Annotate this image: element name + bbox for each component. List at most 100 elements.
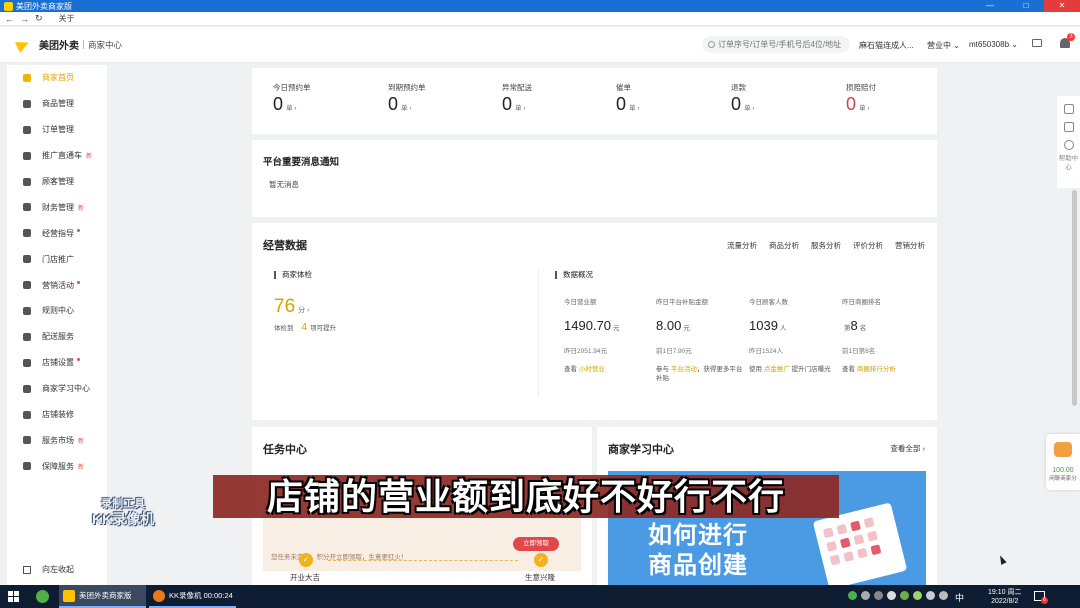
reload-icon[interactable]: ↻ [35,13,43,24]
printer-icon[interactable] [1032,39,1042,47]
sidebar-item[interactable]: 店铺设置 [7,350,107,376]
account-dropdown[interactable]: mt650308b ⌄ [969,40,1018,49]
metric-tip: 使用 点金推广 提升门店曝光 [749,366,831,373]
health-score[interactable]: 76 分 › [274,296,309,318]
metric-value: 第8 名 [844,318,867,333]
notification-count: 6 [1041,597,1048,604]
sidebar-item-label: 营销活动 [42,280,74,290]
tray-icon[interactable] [848,591,857,600]
sidebar-item[interactable]: 规则中心 [7,298,107,324]
new-badge: 新 [86,154,93,161]
tab-traffic-analysis[interactable]: 流量分析 [727,240,757,251]
shop-name-dropdown[interactable]: 麻石猫连成人... [859,40,914,51]
help-icon[interactable] [1063,140,1074,150]
system-tray [848,591,948,600]
tab-service-analysis[interactable]: 服务分析 [811,240,841,251]
tab-review-analysis[interactable]: 评价分析 [853,240,883,251]
sidebar-item-label: 推广直通车 [42,151,82,161]
scrollbar[interactable] [1072,190,1077,406]
sidebar-item[interactable]: 推广直通车新 [7,143,107,169]
sidebar-item[interactable]: 顾客管理 [7,169,107,195]
task-center-title: 任务中心 [263,444,307,456]
tray-icon[interactable] [887,591,896,600]
sidebar-item[interactable]: 配送服务 [7,324,107,350]
sidebar-item[interactable]: 保障服务新 [7,453,107,479]
tray-icon[interactable] [874,591,883,600]
close-button[interactable]: ✕ [1044,0,1080,12]
volume-icon[interactable] [939,591,948,600]
forward-arrow-icon[interactable]: → [20,14,29,24]
notice-card: 平台重要消息通知 暂无消息 [252,140,937,217]
chat-widget[interactable]: 100.00 闲聊商家分 [1046,434,1080,490]
stat-today-reservations[interactable]: 今日预约单 0单 › [273,82,311,115]
notification-center-icon[interactable]: 6 [1034,591,1048,604]
tray-icon[interactable] [861,591,870,600]
step-label: 开业大吉 [290,573,320,582]
search-input[interactable] [718,40,842,49]
sidebar-item[interactable]: 商家学习中心 [7,376,107,402]
view-all-link[interactable]: 查看全部 › [890,443,925,454]
tip-link[interactable]: 商圈排行分析 [857,366,896,373]
tip-link[interactable]: 平台活动 [671,366,697,373]
about-link[interactable]: 关于 [59,13,75,24]
windows-start-icon[interactable] [8,591,19,602]
collapse-sidebar-button[interactable]: 向左收起 [7,564,107,575]
sidebar-item[interactable]: 商品管理 [7,91,107,117]
network-icon[interactable] [926,591,935,600]
qr-code-icon[interactable] [1063,122,1074,132]
menu-icon [23,462,31,471]
tab-product-analysis[interactable]: 商品分析 [769,240,799,251]
right-tool-rail: 帮助中心 [1057,96,1080,188]
help-center-label[interactable]: 帮助中心 [1057,154,1080,172]
taskbar-app-kk[interactable]: KK录像机 00:00:24 [149,585,236,608]
app-circle-icon[interactable] [36,590,49,603]
stat-value: 0单 › [616,94,640,114]
step-label: 生意兴隆 [525,573,555,582]
stat-label: 今日预约单 [273,83,311,92]
brand-name[interactable]: 美团外卖 [39,37,79,52]
ime-indicator[interactable]: 中 [955,591,964,604]
stat-refunds[interactable]: 退款 0单 › [731,82,755,115]
stat-compensation[interactable]: 损赔赔付 0单 › [846,82,876,115]
tip-link[interactable]: 小时营业 [579,366,605,373]
minimize-button[interactable]: — [972,0,1008,12]
taskbar-app-meituan[interactable]: 美团外卖商家版 [59,585,146,608]
order-search[interactable] [702,36,850,53]
meituan-logo-icon [17,39,33,51]
metric-label: 今日顾客人数 [749,299,788,306]
notice-empty: 暂无消息 [269,180,299,189]
stat-label: 异常配送 [502,83,532,92]
tray-icon[interactable] [913,591,922,600]
sidebar-item-label: 店铺设置 [42,358,74,368]
window-titlebar: 美团外卖商家版 — □ ✕ [0,0,1080,12]
sidebar-item[interactable]: 订单管理 [7,117,107,143]
claim-button[interactable]: 立即领取 [513,537,559,551]
stat-due-reservations[interactable]: 到期预约单 0单 › [388,82,426,115]
sidebar-item[interactable]: 商家首页 [7,65,107,91]
bell-icon[interactable]: 3 [1060,33,1075,48]
clock[interactable]: 19:10 周二 2022/8/2 [988,588,1021,606]
stat-value: 0单 › [388,94,412,114]
metric-today-revenue: 今日营业额 1490.70 元 昨日2051.94元 查看 小时营业 [564,296,652,374]
tip-link[interactable]: 点金推广 [764,366,790,373]
step-connector [328,560,518,561]
edit-icon[interactable] [1063,104,1074,114]
overview-section-title: 数据概况 [555,271,593,279]
course-title: 如何进行 商品创建 [648,522,748,579]
order-stats-card: 今日预约单 0单 › 到期预约单 0单 › 异常配送 0单 › 催单 0单 › … [252,68,937,134]
stat-reminders[interactable]: 催单 0单 › [616,82,640,115]
maximize-button[interactable]: □ [1008,0,1044,12]
app-logo-icon [4,1,13,11]
sidebar-item[interactable]: 财务管理新 [7,194,107,220]
tray-icon[interactable] [900,591,909,600]
tab-marketing-analysis[interactable]: 营销分析 [895,240,925,251]
mouse-cursor-icon [997,554,1007,565]
sidebar-item[interactable]: 店铺装修 [7,402,107,428]
sidebar-item[interactable]: 经营指导 [7,220,107,246]
sidebar-item[interactable]: 服务市场新 [7,427,107,453]
sidebar-item[interactable]: 门店推广 [7,246,107,272]
back-arrow-icon[interactable]: ← [5,14,14,24]
sidebar-item[interactable]: 营销活动 [7,272,107,298]
business-status-dropdown[interactable]: 营业中 ⌄ [927,40,960,51]
stat-abnormal-delivery[interactable]: 异常配送 0单 › [502,82,532,115]
